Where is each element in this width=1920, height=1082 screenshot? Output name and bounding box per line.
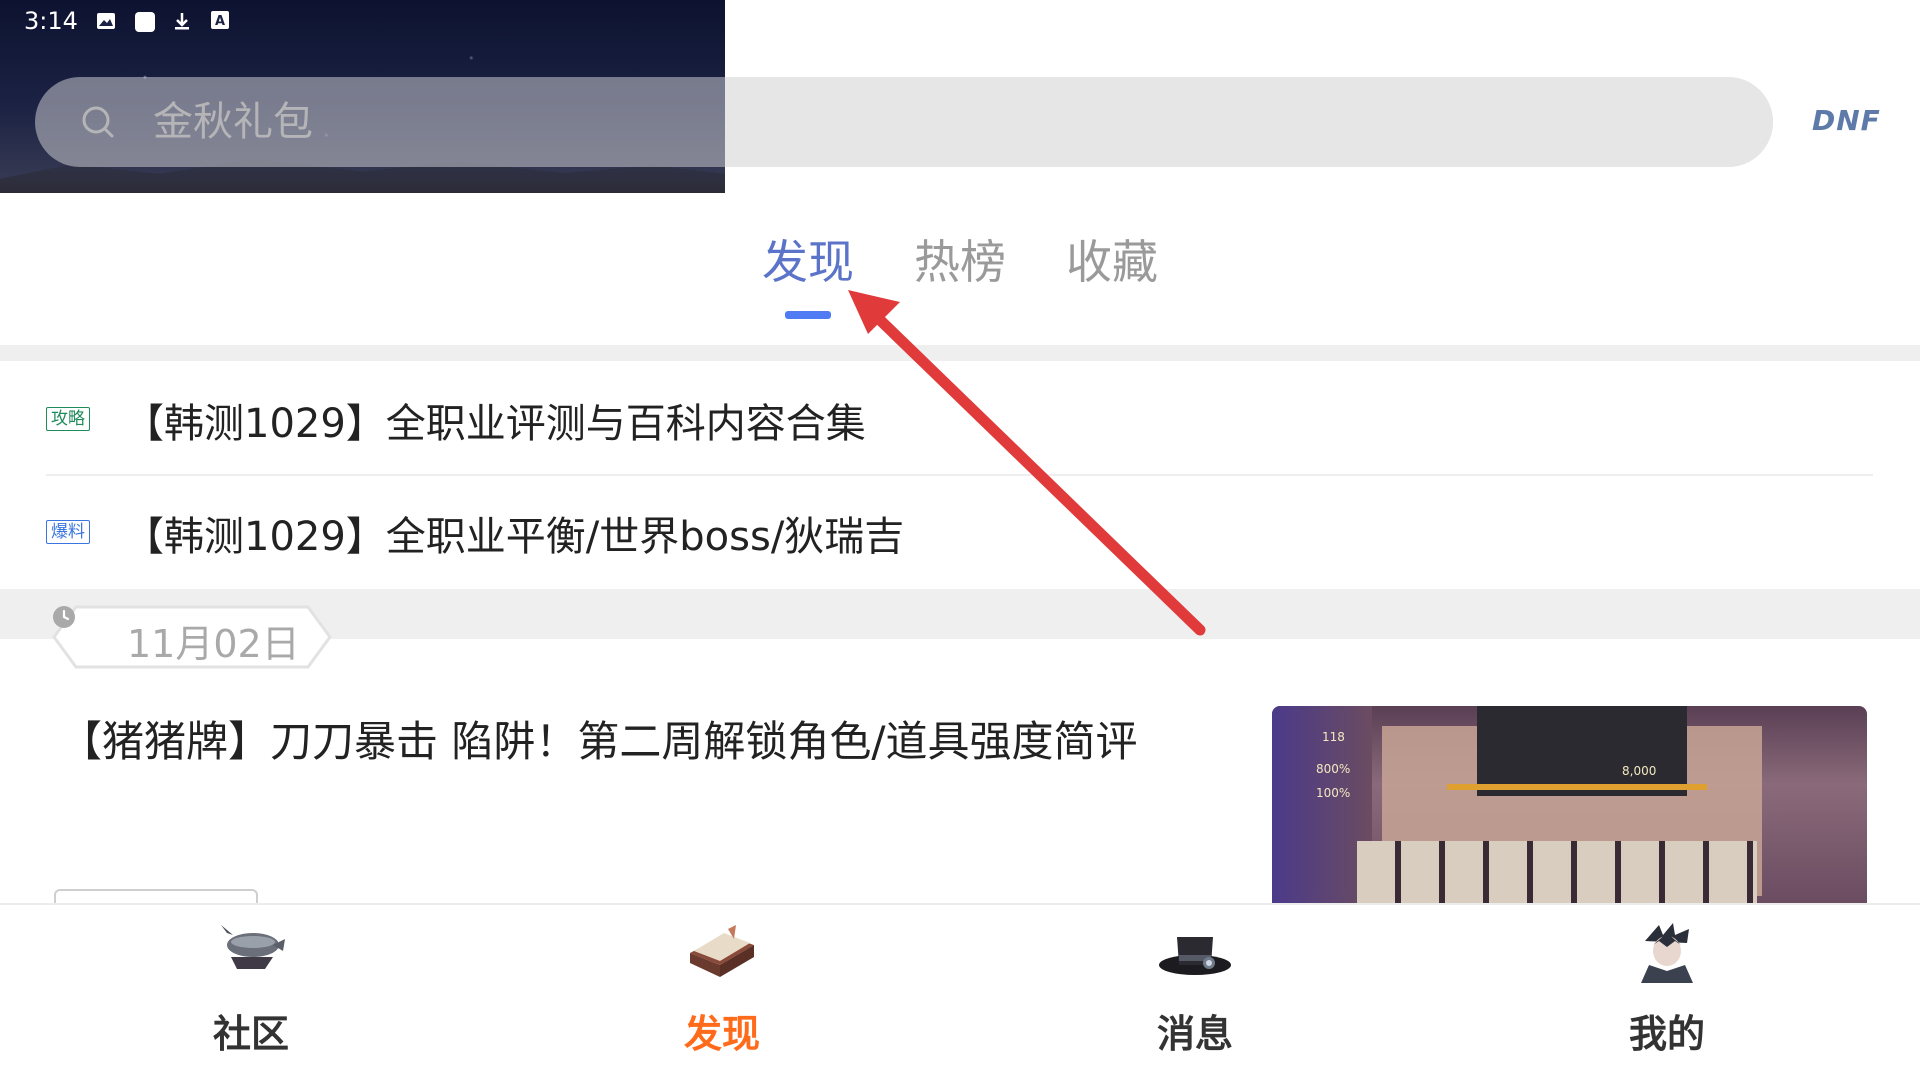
active-tab-indicator [785,311,831,319]
top-tabs: 发现 热榜 收藏 [0,218,1920,343]
guide-badge: 攻略 [46,407,90,431]
nav-label: 消息 [1156,1012,1233,1056]
search-input[interactable]: 金秋礼包 [153,95,313,149]
status-time: 3:14 [24,7,78,35]
thumbnail-character-cards [1357,841,1757,903]
nav-label: 我的 [1628,1012,1705,1056]
avatar-icon [1641,923,1693,983]
airship-icon [221,925,285,969]
news-title: 【韩测1029】全职业评测与百科内容合集 [124,401,866,447]
thumbnail-stat: 118 [1322,730,1345,744]
download-icon [172,11,192,31]
news-item[interactable]: 攻略 【韩测1029】全职业评测与百科内容合集 [0,365,1920,475]
section-divider [0,345,1920,361]
thumbnail-boss-panel [1477,706,1687,796]
book-icon [690,925,754,977]
row-divider [46,474,1873,476]
bottom-navigation: 社区 发现 消息 我的 [0,903,1920,1082]
tab-discover[interactable]: 发现 [762,226,854,292]
search-bar[interactable]: 金秋礼包 [35,77,1773,167]
nav-me[interactable]: 我的 [1557,905,1777,1082]
feed-date: 11月02日 [127,622,300,666]
leak-badge: 爆料 [46,520,90,544]
game-switch-label[interactable]: DNF [1812,104,1881,137]
article-title[interactable]: 【猪猪牌】刀刀暴击 陷阱！第二周解锁角色/道具强度简评 [60,708,1138,769]
date-chip: 11月02日 [52,605,332,669]
nav-community[interactable]: 社区 [141,905,361,1082]
clock-icon [53,606,75,628]
nav-label: 发现 [683,1012,760,1056]
thumbnail-stat: 100% [1316,786,1351,800]
search-bar-fill [725,77,1773,167]
nav-messages[interactable]: 消息 [1085,905,1305,1082]
thumbnail-hp-bar [1447,784,1707,790]
square-icon [134,11,155,32]
svg-text:A: A [215,14,225,29]
tab-hot-list[interactable]: 热榜 [914,226,1006,292]
thumbnail-hp-value: 8,000 [1622,764,1657,778]
status-bar: 3:14 A [0,0,725,42]
nav-label: 社区 [212,1012,289,1056]
news-item[interactable]: 爆料 【韩测1029】全职业平衡/世界boss/狄瑞吉 [0,478,1920,588]
top-hat-icon [1159,937,1231,975]
tab-favorites[interactable]: 收藏 [1066,226,1158,292]
article-thumbnail[interactable]: 8,000 118 800% 100% [1272,706,1867,903]
a-icon: A [210,11,230,31]
news-title: 【韩测1029】全职业平衡/世界boss/狄瑞吉 [124,514,905,560]
image-icon [96,11,116,31]
search-icon [82,106,114,138]
nav-discover[interactable]: 发现 [612,905,832,1082]
thumbnail-stat: 800% [1316,762,1351,776]
